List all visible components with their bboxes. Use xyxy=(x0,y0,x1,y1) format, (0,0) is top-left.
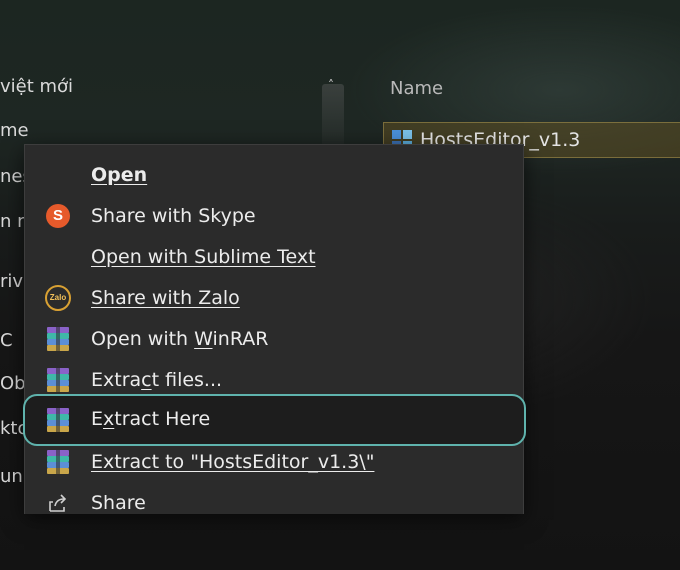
menu-item-label: Open with WinRAR xyxy=(91,327,269,350)
zalo-icon-text: Zalo xyxy=(45,284,71,311)
zalo-icon: Zalo xyxy=(45,284,71,311)
menu-item-open[interactable]: Open xyxy=(25,154,523,195)
menu-item-label: Open xyxy=(91,163,148,186)
menu-item-open-with-winrar[interactable]: Open with WinRAR xyxy=(25,318,523,359)
winrar-icon xyxy=(45,449,71,475)
menu-item-label: Extract to "HostsEditor_v1.3\" xyxy=(91,450,375,473)
winrar-icon xyxy=(45,367,71,393)
menu-item-share-with-zalo[interactable]: Zalo Share with Zalo xyxy=(25,277,523,318)
column-header-name[interactable]: Name xyxy=(390,78,443,99)
winrar-icon xyxy=(45,326,71,352)
nav-item[interactable]: me xyxy=(0,120,29,141)
menu-item-extract-to-folder[interactable]: Extract to "HostsEditor_v1.3\" xyxy=(25,441,523,482)
column-resize-handle[interactable] xyxy=(322,84,344,146)
menu-item-label: Share xyxy=(91,491,146,514)
menu-item-label: Extract files... xyxy=(91,368,223,391)
nav-item[interactable]: việt mới xyxy=(0,76,73,97)
nav-item[interactable]: C xyxy=(0,330,13,351)
skype-icon: S xyxy=(45,203,71,229)
nav-item[interactable]: riv xyxy=(0,271,23,292)
context-menu: Open S Share with Skype Open with Sublim… xyxy=(24,144,524,514)
winrar-icon xyxy=(45,407,71,433)
menu-item-label: Extract Here xyxy=(91,408,211,430)
menu-item-share[interactable]: Share xyxy=(25,482,523,514)
nav-item[interactable]: un xyxy=(0,466,23,487)
menu-item-share-with-skype[interactable]: S Share with Skype xyxy=(25,195,523,236)
menu-item-open-with-sublime[interactable]: Open with Sublime Text xyxy=(25,236,523,277)
menu-item-extract-here[interactable]: Extract Here xyxy=(23,394,526,446)
menu-item-label: Share with Skype xyxy=(91,204,256,227)
share-icon xyxy=(45,490,71,515)
menu-item-label: Open with Sublime Text xyxy=(91,245,316,268)
menu-item-label: Share with Zalo xyxy=(91,286,240,309)
sort-indicator-icon: ˄ xyxy=(328,78,335,92)
